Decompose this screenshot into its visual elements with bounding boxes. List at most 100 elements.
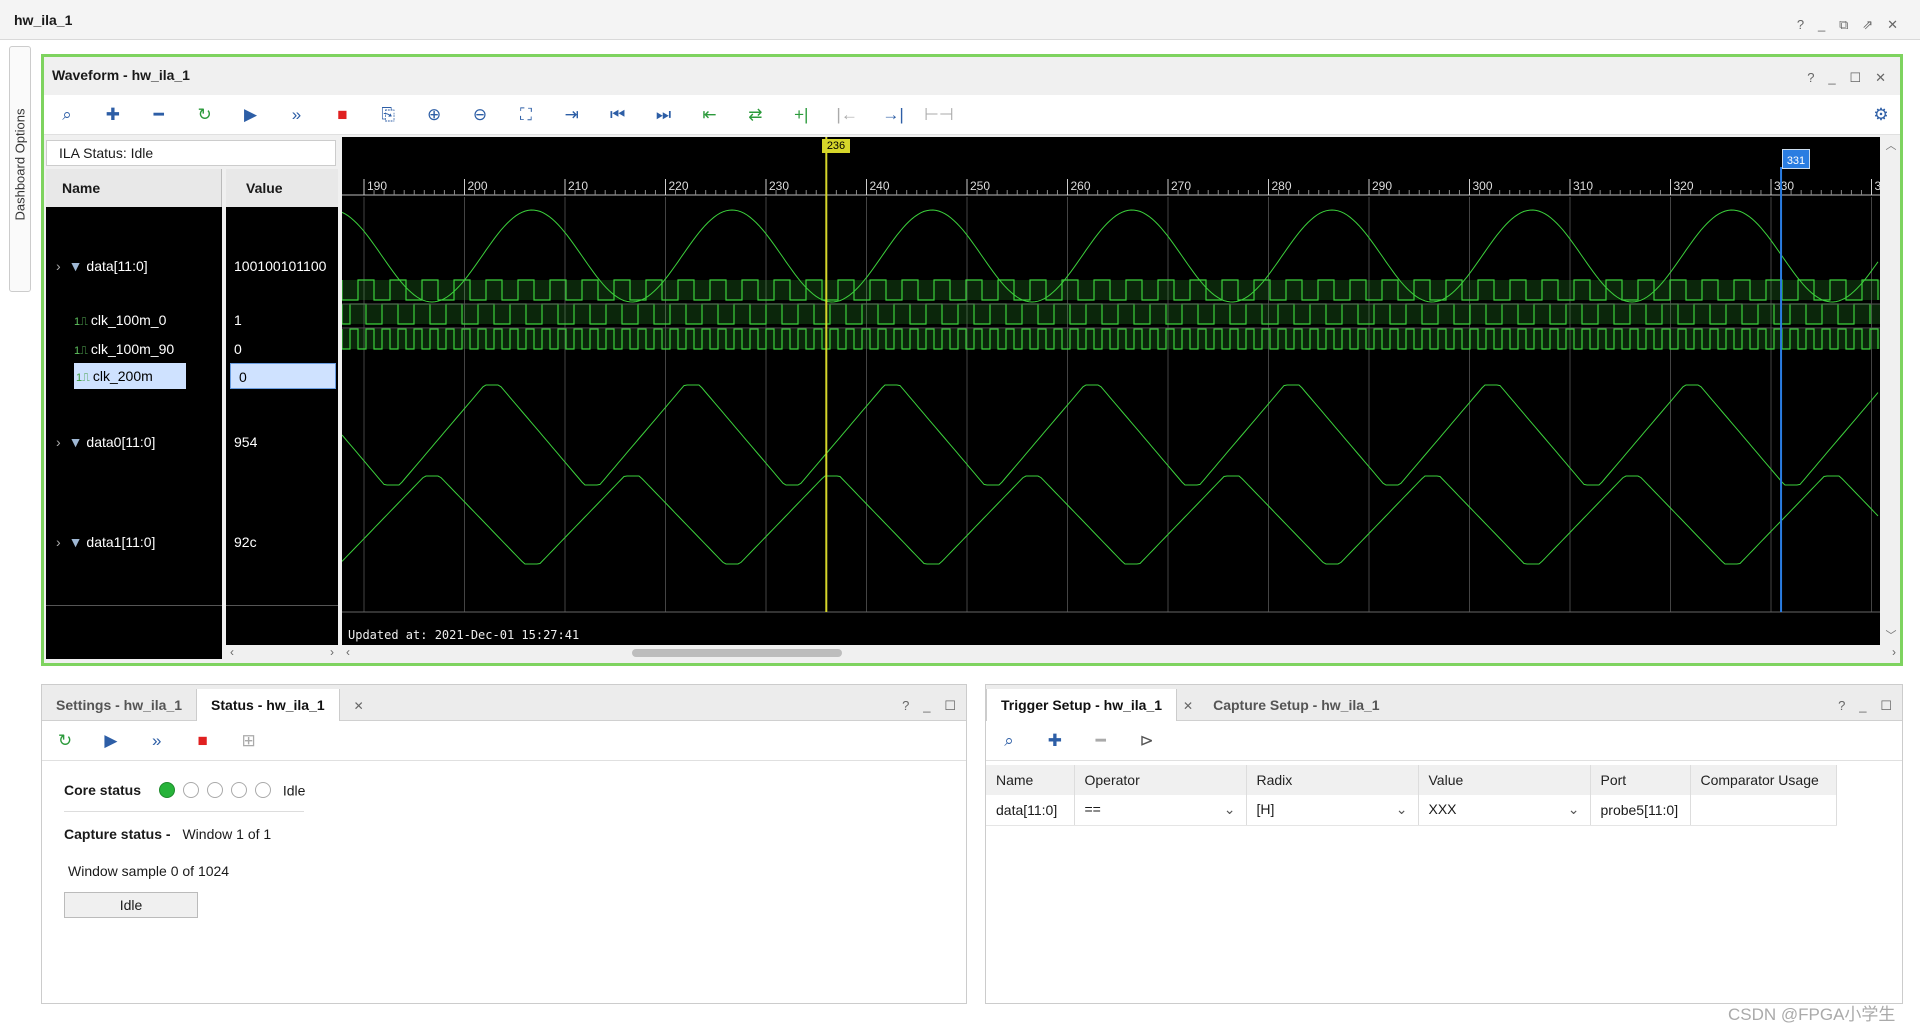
cell-comparator-usage[interactable]: [1690, 795, 1837, 826]
name-column-header[interactable]: Name: [46, 169, 222, 207]
tab-trigger-setup[interactable]: Trigger Setup - hw_ila_1: [986, 689, 1178, 721]
run-immediate-icon[interactable]: »: [142, 726, 172, 756]
close-icon[interactable]: ✕: [1875, 70, 1886, 85]
tab-settings[interactable]: Settings - hw_ila_1: [42, 689, 196, 721]
value-column-header[interactable]: Value: [226, 169, 338, 207]
expand-chevron-icon[interactable]: ›: [56, 534, 61, 550]
chevron-down-icon[interactable]: ⌄: [1568, 801, 1580, 818]
close-icon[interactable]: ✕: [1887, 17, 1898, 32]
add-icon[interactable]: ✚: [98, 100, 128, 130]
run-trigger-icon[interactable]: ▶: [236, 100, 266, 130]
cursor-yellow-label[interactable]: 236: [822, 139, 850, 153]
tab-status[interactable]: Status - hw_ila_1: [196, 689, 340, 721]
table-row[interactable]: data[11:0] == ⌄ [H] ⌄ XXX ⌄ probe5[11:0]: [986, 795, 1837, 826]
col-radix[interactable]: Radix: [1246, 765, 1419, 795]
waveform-vscroll[interactable]: ︿ ﹀: [1882, 137, 1900, 645]
tab-capture-setup[interactable]: Capture Setup - hw_ila_1: [1199, 689, 1393, 721]
trigger-panel: Trigger Setup - hw_ila_1 ✕ Capture Setup -…: [985, 684, 1903, 1004]
col-value[interactable]: Value: [1418, 765, 1591, 795]
remove-icon[interactable]: ━: [1086, 726, 1116, 756]
close-tab-icon[interactable]: ✕: [354, 699, 364, 713]
scroll-thumb[interactable]: [632, 649, 842, 657]
signal-name-row-selected[interactable]: 1⎍ clk_200m: [74, 363, 186, 389]
data1-trace: [342, 475, 1879, 565]
goto-last-icon[interactable]: ⏭: [649, 100, 679, 130]
dashboard-options-label: Dashboard Options: [12, 108, 28, 221]
maximize-icon[interactable]: ☐: [944, 698, 956, 713]
col-port[interactable]: Port: [1590, 765, 1691, 795]
previous-marker-icon[interactable]: |←: [832, 100, 862, 130]
trigger-tabbar: Trigger Setup - hw_ila_1 ✕ Capture Setup -…: [986, 685, 1902, 721]
scroll-up-icon[interactable]: ︿: [1882, 137, 1900, 153]
value-hscroll[interactable]: ‹ ›: [226, 645, 338, 661]
run-trigger-icon[interactable]: ▶: [96, 726, 126, 756]
signal-name-row[interactable]: 1⎍ clk_100m_0: [46, 307, 226, 333]
help-icon[interactable]: ?: [1838, 698, 1845, 713]
minimize-icon[interactable]: _: [923, 698, 930, 713]
help-icon[interactable]: ?: [902, 698, 909, 713]
radix-select[interactable]: [H] ⌄: [1246, 795, 1419, 826]
cell-port[interactable]: probe5[11:0]: [1590, 795, 1691, 826]
add-marker-icon[interactable]: +|: [786, 100, 816, 130]
bus-icon: ▼: [68, 534, 83, 550]
goto-cursor-icon[interactable]: ⇥: [557, 100, 587, 130]
restore-icon[interactable]: ⧉: [1839, 17, 1848, 32]
operator-select[interactable]: == ⌄: [1074, 795, 1247, 826]
zoom-out-icon[interactable]: ⊖: [465, 100, 495, 130]
signal-name-row[interactable]: › ▼ data0[11:0]: [46, 429, 226, 455]
zoom-fit-icon[interactable]: ⛶: [511, 100, 541, 130]
col-comparator-usage[interactable]: Comparator Usage: [1690, 765, 1837, 795]
state-idle-button[interactable]: Idle: [64, 892, 198, 918]
next-transition-icon[interactable]: ⇄: [740, 100, 770, 130]
col-operator[interactable]: Operator: [1074, 765, 1247, 795]
signal-name-row[interactable]: 1⎍ clk_100m_90: [46, 336, 226, 362]
scroll-left-icon[interactable]: ‹: [346, 645, 350, 659]
clk-100m-90-trace-fill: [342, 304, 1880, 324]
run-trigger-immediate-icon[interactable]: ↻: [190, 100, 220, 130]
trigger-condition-icon[interactable]: ⊳: [1132, 726, 1162, 756]
search-icon[interactable]: ⌕: [52, 100, 82, 130]
waveform-canvas[interactable]: 190 200 210 220 230 240 250 260 270 280 290 300 310 3…: [342, 137, 1880, 645]
float-icon[interactable]: ⇗: [1862, 17, 1873, 32]
stop-icon[interactable]: ■: [327, 100, 357, 130]
stop-icon[interactable]: ■: [188, 726, 218, 756]
minimize-icon[interactable]: _: [1859, 698, 1866, 713]
value-select[interactable]: XXX ⌄: [1418, 795, 1591, 826]
close-tab-icon[interactable]: ✕: [1183, 699, 1193, 713]
previous-transition-icon[interactable]: ⇤: [694, 100, 724, 130]
scroll-right-icon[interactable]: ›: [1892, 645, 1896, 659]
add-icon[interactable]: ✚: [1040, 726, 1070, 756]
settings-gear-icon[interactable]: ⚙: [1866, 100, 1896, 130]
scroll-left-icon[interactable]: ‹: [230, 645, 234, 659]
cursor-blue-label[interactable]: 331: [1782, 149, 1810, 169]
cell-name[interactable]: data[11:0]: [986, 795, 1075, 826]
waveform-plot[interactable]: 190 200 210 220 230 240 250 260 270 280 290 300 310 3…: [342, 137, 1880, 645]
search-icon[interactable]: ⌕: [994, 726, 1024, 756]
signal-name-row[interactable]: › ▼ data[11:0]: [46, 253, 226, 279]
scroll-right-icon[interactable]: ›: [330, 645, 334, 659]
minimize-icon[interactable]: _: [1828, 70, 1835, 85]
chevron-down-icon[interactable]: ⌄: [1224, 801, 1236, 818]
help-icon[interactable]: ?: [1807, 70, 1814, 85]
run-trigger-immediate-icon[interactable]: ↻: [50, 726, 80, 756]
maximize-icon[interactable]: ☐: [1880, 698, 1892, 713]
hierarchy-icon[interactable]: ⊞: [234, 726, 264, 756]
remove-icon[interactable]: ━: [144, 100, 174, 130]
export-icon[interactable]: ⎘: [373, 100, 403, 130]
dashboard-options-tab[interactable]: Dashboard Options: [9, 46, 31, 292]
maximize-icon[interactable]: ☐: [1850, 70, 1862, 85]
scroll-down-icon[interactable]: ﹀: [1882, 627, 1900, 643]
signal-name-row[interactable]: › ▼ data1[11:0]: [46, 529, 226, 555]
zoom-in-icon[interactable]: ⊕: [419, 100, 449, 130]
next-marker-icon[interactable]: →|: [878, 100, 908, 130]
goto-first-icon[interactable]: ⏮: [603, 100, 633, 130]
run-immediate-icon[interactable]: »: [281, 100, 311, 130]
chevron-down-icon[interactable]: ⌄: [1396, 801, 1408, 818]
swap-cursors-icon[interactable]: ⊢⊣: [924, 100, 954, 130]
waveform-hscroll[interactable]: ‹ ›: [342, 645, 1900, 661]
expand-chevron-icon[interactable]: ›: [56, 434, 61, 450]
expand-chevron-icon[interactable]: ›: [56, 258, 61, 274]
minimize-icon[interactable]: _: [1818, 17, 1825, 32]
help-icon[interactable]: ?: [1797, 17, 1804, 32]
col-name[interactable]: Name: [986, 765, 1075, 795]
